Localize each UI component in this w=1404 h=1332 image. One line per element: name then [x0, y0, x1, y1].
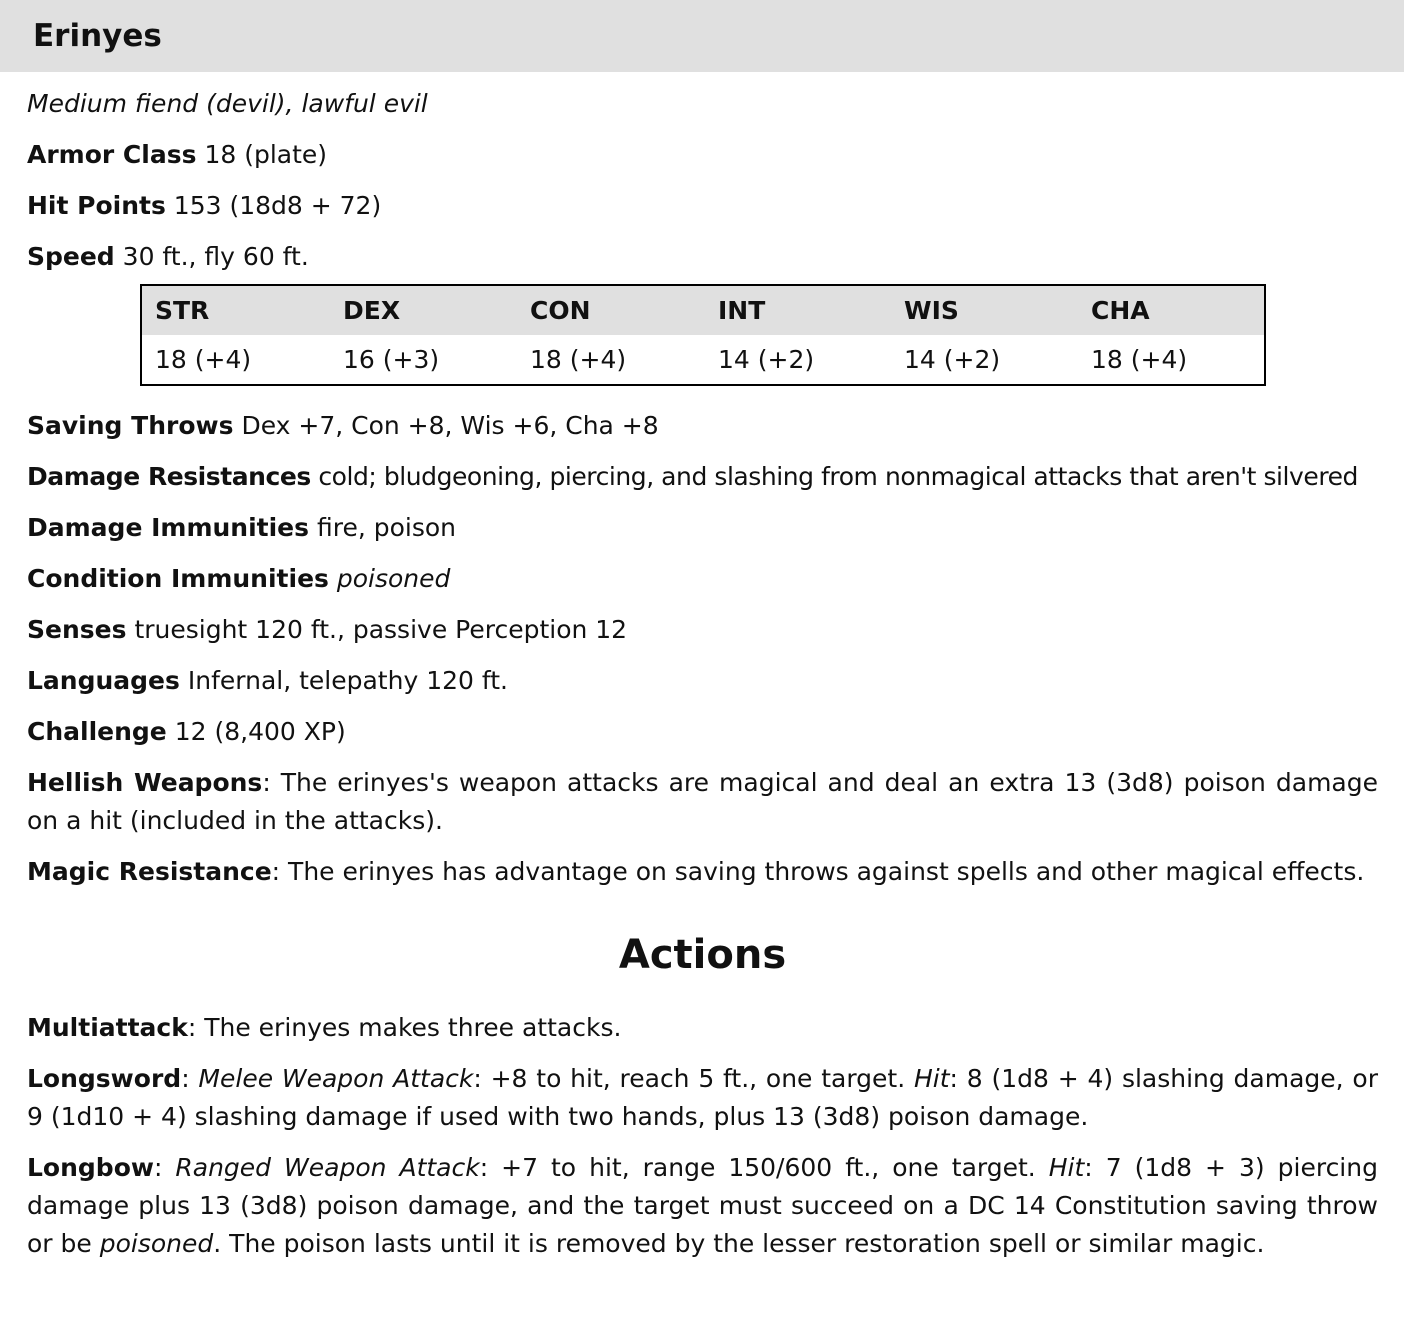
- action-name: Longbow: [27, 1153, 154, 1182]
- speed-value: 30 ft., fly 60 ft.: [122, 242, 309, 271]
- senses-value: truesight 120 ft., passive Perception 12: [134, 615, 628, 644]
- trait-text: The erinyes has advantage on saving thro…: [288, 857, 1365, 886]
- attack-text: +8 to hit, reach 5 ft., one target.: [490, 1064, 906, 1093]
- languages-line: Languages Infernal, telepathy 120 ft.: [27, 662, 1378, 700]
- ability-value-str: 18 (+4): [155, 344, 252, 374]
- challenge-line: Challenge 12 (8,400 XP): [27, 713, 1378, 751]
- damage-immunities-value: fire, poison: [316, 513, 457, 542]
- ability-header-int: INT: [718, 295, 766, 325]
- hit-label: Hit: [914, 1064, 950, 1093]
- damage-immunities-label: Damage Immunities: [27, 513, 310, 542]
- stat-block: Medium fiend (devil), lawful evil Armor …: [0, 85, 1404, 1263]
- damage-resistances-line: Damage Resistances cold; bludgeoning, pi…: [27, 458, 1378, 496]
- ability-header-str: STR: [155, 295, 210, 325]
- ability-value-con: 18 (+4): [530, 344, 627, 374]
- action-longbow: Longbow: Ranged Weapon Attack: +7 to hit…: [27, 1153, 1378, 1258]
- ability-header-cha: CHA: [1091, 295, 1150, 325]
- ability-scores-table: STR DEX CON INT WIS CHA 18 (+4) 16 (+3) …: [140, 284, 1266, 386]
- languages-value: Infernal, telepathy 120 ft.: [187, 666, 508, 695]
- creature-name: Erinyes: [33, 18, 162, 54]
- action-name: Longsword: [27, 1064, 182, 1093]
- condition-immunities-line: Condition Immunities poisoned: [27, 560, 1378, 598]
- speed-label: Speed: [27, 242, 115, 271]
- ability-value-cha: 18 (+4): [1091, 344, 1188, 374]
- trait-name: Hellish Weapons: [27, 768, 263, 797]
- hit-text-continued: The poison lasts until it is removed by …: [229, 1229, 1265, 1258]
- ability-header-wis: WIS: [904, 295, 959, 325]
- challenge-value: 12 (8,400 XP): [174, 717, 346, 746]
- action-multiattack: Multiattack: The erinyes makes three att…: [27, 1013, 622, 1042]
- ability-value-dex: 16 (+3): [343, 344, 440, 374]
- trait-name: Magic Resistance: [27, 857, 272, 886]
- armor-class-line: Armor Class 18 (plate): [27, 136, 1378, 174]
- condition-poisoned: poisoned: [99, 1229, 214, 1258]
- title-bar: Erinyes: [0, 0, 1404, 72]
- ability-value-int: 14 (+2): [718, 344, 815, 374]
- damage-resistances-label: Damage Resistances: [27, 462, 311, 491]
- action-longsword: Longsword: Melee Weapon Attack: +8 to hi…: [27, 1064, 1378, 1131]
- hit-points-label: Hit Points: [27, 191, 166, 220]
- ability-header-con: CON: [530, 295, 591, 325]
- armor-class-label: Armor Class: [27, 140, 197, 169]
- senses-line: Senses truesight 120 ft., passive Percep…: [27, 611, 1378, 649]
- ability-value-wis: 14 (+2): [904, 344, 1001, 374]
- trait-hellish-weapons: Hellish Weapons: The erinyes's weapon at…: [27, 768, 1378, 835]
- saving-throws-value: Dex +7, Con +8, Wis +6, Cha +8: [241, 411, 659, 440]
- languages-label: Languages: [27, 666, 180, 695]
- ability-header-row: STR DEX CON INT WIS CHA: [142, 286, 1264, 335]
- hit-label: Hit: [1048, 1153, 1085, 1182]
- ability-values-row: 18 (+4) 16 (+3) 18 (+4) 14 (+2) 14 (+2) …: [142, 335, 1264, 384]
- attack-text: +7 to hit, range 150/600 ft., one target…: [501, 1153, 1036, 1182]
- action-name: Multiattack: [27, 1013, 188, 1042]
- armor-class-value: 18 (plate): [204, 140, 328, 169]
- damage-resistances-value: cold; bludgeoning, piercing, and slashin…: [318, 462, 1358, 491]
- damage-immunities-line: Damage Immunities fire, poison: [27, 509, 1378, 547]
- attack-type: Ranged Weapon Attack: [175, 1153, 480, 1182]
- challenge-label: Challenge: [27, 717, 167, 746]
- saving-throws-label: Saving Throws: [27, 411, 234, 440]
- creature-type-line: Medium fiend (devil), lawful evil: [27, 89, 428, 118]
- actions-heading: Actions: [618, 932, 787, 978]
- saving-throws-line: Saving Throws Dex +7, Con +8, Wis +6, Ch…: [27, 407, 1378, 445]
- ability-header-dex: DEX: [343, 295, 401, 325]
- senses-label: Senses: [27, 615, 127, 644]
- speed-line: Speed 30 ft., fly 60 ft.: [27, 238, 1378, 276]
- attack-type: Melee Weapon Attack: [198, 1064, 474, 1093]
- hit-points-value: 153 (18d8 + 72): [173, 191, 382, 220]
- condition-immunities-value: poisoned: [336, 564, 451, 593]
- condition-immunities-label: Condition Immunities: [27, 564, 329, 593]
- trait-magic-resistance: Magic Resistance: The erinyes has advant…: [27, 857, 1365, 886]
- hit-points-line: Hit Points 153 (18d8 + 72): [27, 187, 1378, 225]
- action-text: The erinyes makes three attacks.: [204, 1013, 622, 1042]
